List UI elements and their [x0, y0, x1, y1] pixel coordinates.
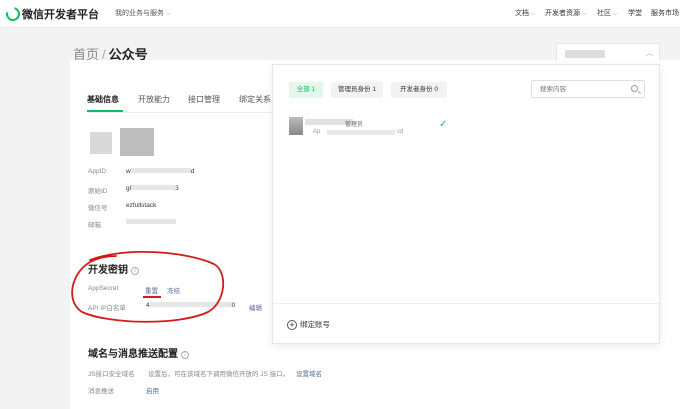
tab-binding[interactable]: 绑定关系	[239, 94, 271, 105]
chevron-down-icon: ⌵	[166, 11, 171, 17]
wechat-id-value: ezfullstack	[126, 202, 157, 209]
account-appid-prefix: Ap	[313, 129, 321, 135]
nav-docs[interactable]: 文档 ⌵	[515, 8, 536, 18]
tab-api-management[interactable]: 接口管理	[188, 94, 220, 105]
search-icon[interactable]	[631, 85, 638, 92]
enable-push-link[interactable]: 启用	[146, 385, 159, 395]
tab-basic-info[interactable]: 基础信息	[87, 94, 119, 105]
appid-value: wd	[126, 168, 194, 175]
filter-developer[interactable]: 开发者身份 0	[391, 82, 447, 98]
check-icon: ✓	[439, 119, 448, 130]
ip-whitelist-value-suffix: 0	[231, 302, 236, 309]
appid-label: AppID	[88, 168, 107, 175]
info-icon[interactable]: i	[181, 351, 189, 359]
biz-menu[interactable]: 我的业务与服务 ⌵	[115, 8, 171, 18]
js-domain-label: JS接口安全域名	[88, 371, 135, 378]
annotation-circle	[71, 251, 225, 323]
avatar-redacted	[90, 132, 112, 154]
chevron-down-icon: ⌵	[582, 11, 587, 17]
nav-market[interactable]: 服务市场	[651, 8, 679, 18]
wechat-logo-icon	[3, 4, 23, 24]
original-id-label: 原始ID	[88, 188, 108, 195]
chevron-down-icon: ⌵	[613, 11, 618, 17]
set-domain-link[interactable]: 设置域名	[296, 368, 322, 378]
brand-title[interactable]: 微信开发者平台	[22, 6, 99, 22]
email-label: 邮箱	[88, 222, 101, 229]
js-domain-desc: 设置后，可在该域名下调用微信开放的 JS 接口。	[148, 371, 290, 378]
chevron-up-icon: ︿	[646, 50, 653, 57]
nav-docs-label: 文档	[515, 10, 529, 17]
filter-admin[interactable]: 管理员身份 1	[331, 82, 383, 98]
redacted-block	[131, 185, 176, 190]
email-value-redacted	[126, 219, 176, 226]
search-input[interactable]	[532, 81, 644, 97]
appid-value-suffix: d	[190, 168, 195, 175]
domain-section-title-text: 域名与消息推送配置	[88, 349, 178, 360]
wechat-id-label: 微信号	[88, 205, 108, 212]
top-nav: 微信开发者平台 我的业务与服务 ⌵ 文档 ⌵ 开发者资源 ⌵ 社区 ⌵ 学堂 服务市场	[0, 0, 680, 28]
account-appid-suffix: cd	[397, 129, 404, 135]
account-avatar	[289, 117, 303, 135]
bind-account-button[interactable]: + 绑定账号	[287, 319, 330, 330]
original-id-value-suffix: 3	[175, 185, 179, 192]
tab-open-capability[interactable]: 开放能力	[138, 94, 170, 105]
plus-circle-icon: +	[287, 320, 297, 330]
message-push-label: 消息推送	[88, 388, 114, 395]
account-appid-redacted	[327, 130, 395, 135]
nav-community-label: 社区	[597, 10, 611, 17]
account-name-redacted	[565, 50, 605, 58]
tab-divider	[87, 112, 277, 113]
redacted-block	[126, 219, 176, 224]
nav-resources[interactable]: 开发者资源 ⌵	[545, 8, 587, 18]
biz-menu-label: 我的业务与服务	[115, 10, 164, 17]
account-role: 管理员	[345, 122, 364, 128]
nav-community[interactable]: 社区 ⌵	[597, 8, 618, 18]
name-redacted	[120, 128, 154, 156]
edit-ip-link[interactable]: 编辑	[249, 302, 262, 312]
panel-divider	[273, 303, 659, 304]
search-box	[531, 80, 645, 98]
nav-resources-label: 开发者资源	[545, 10, 580, 17]
nav-academy[interactable]: 学堂	[628, 8, 642, 18]
account-list-item[interactable]: 管理员 Ap cd ✓	[283, 115, 643, 143]
bind-account-label: 绑定账号	[300, 320, 330, 329]
chevron-down-icon: ⌵	[531, 11, 536, 17]
filter-all[interactable]: 全部 1	[289, 82, 323, 98]
domain-section-title: 域名与消息推送配置 i	[88, 345, 189, 360]
account-dropdown-panel: 全部 1 管理员身份 1 开发者身份 0 管理员 Ap cd ✓ +绑定账号	[272, 64, 660, 344]
redacted-block	[130, 168, 191, 173]
original-id-value: gl 3	[126, 185, 179, 192]
